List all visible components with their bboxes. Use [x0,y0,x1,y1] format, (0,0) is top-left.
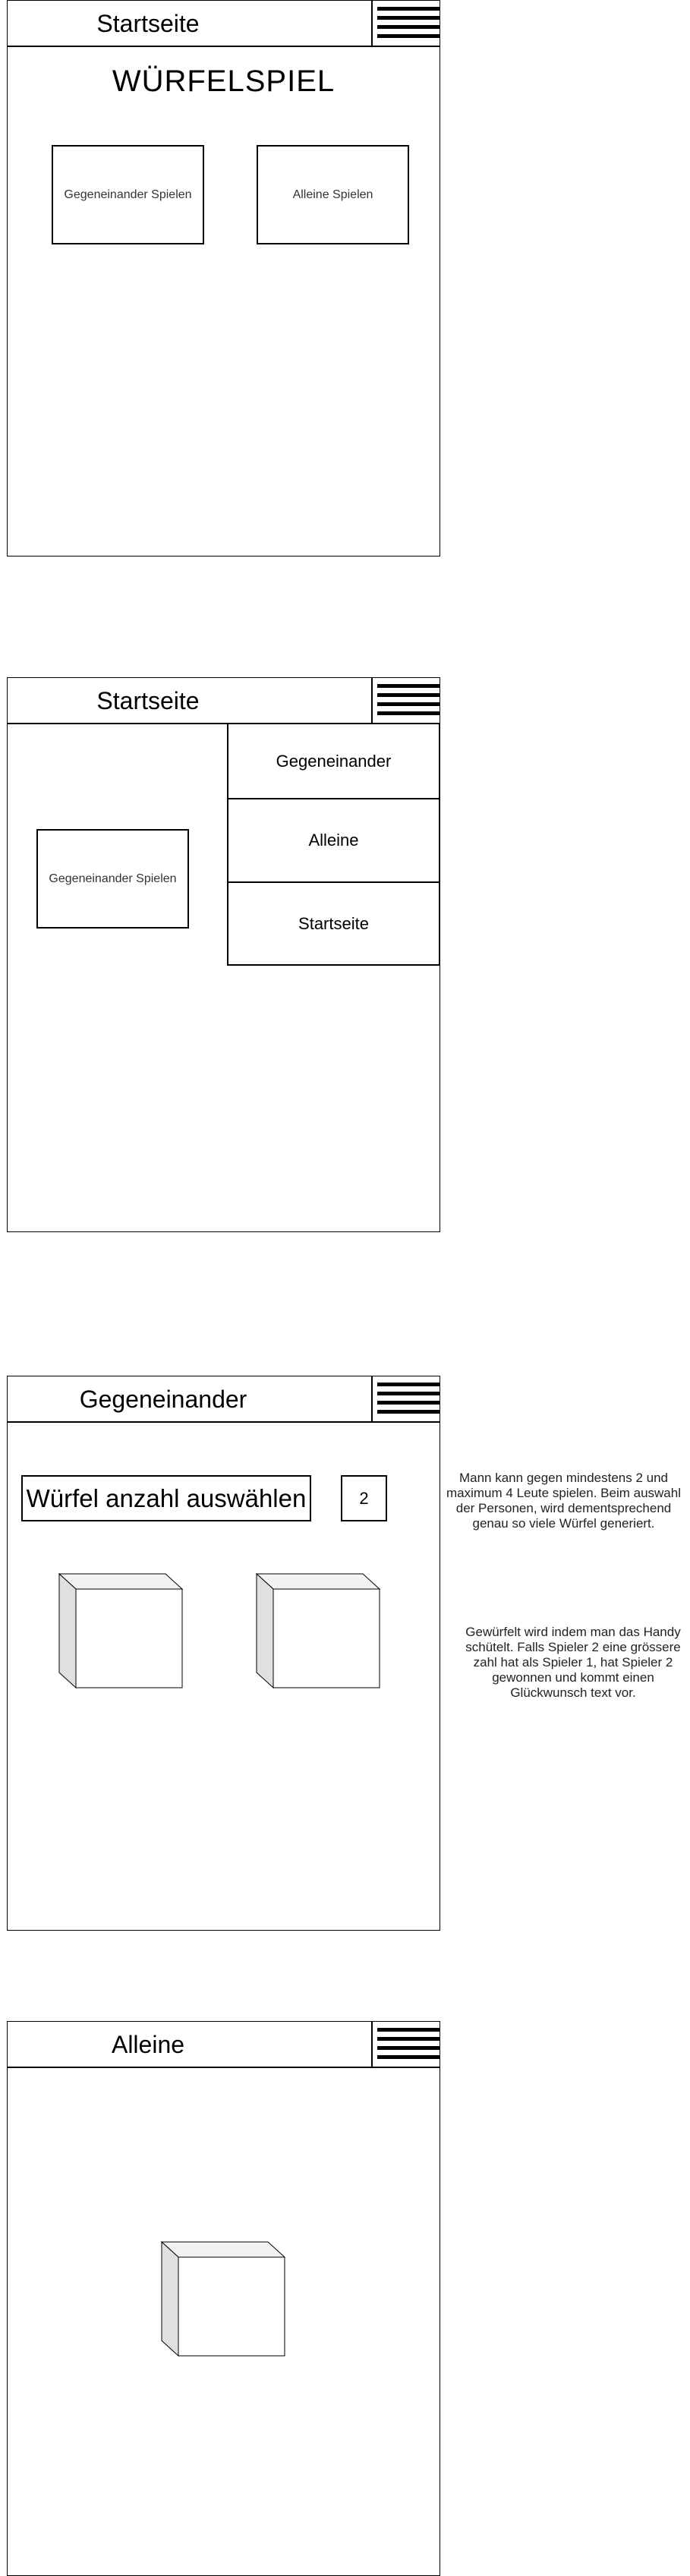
header-bar: Gegeneinander [8,1376,440,1423]
menu-item-gegeneinander[interactable]: Gegeneinander [227,723,440,799]
header-bar: Startseite [8,678,440,724]
hamburger-menu-button[interactable] [371,2022,440,2067]
menu-icon [377,2028,440,2032]
hamburger-menu-button[interactable] [371,1376,440,1421]
header-bar: Startseite [8,1,440,47]
screen-gegeneinander: Gegeneinander Würfel anzahl auswählen 2 [7,1376,440,1931]
hamburger-menu-button[interactable] [371,678,440,723]
header-title: Startseite [96,10,200,37]
screen-startseite: Startseite WÜRFELSPIEL Gegeneinander Spi… [7,0,440,557]
header-bar: Alleine [8,2022,440,2068]
dice-count-select[interactable]: Würfel anzahl auswählen [21,1475,311,1521]
menu-icon [377,684,440,688]
players-note: Mann kann gegen mindestens 2 und maximum… [446,1471,681,1531]
screen-alleine: Alleine [7,2021,440,2576]
menu-item-startseite[interactable]: Startseite [227,881,440,966]
page-title: WÜRFELSPIEL [112,65,336,98]
dice-2[interactable] [255,1572,381,1689]
dropdown-menu: Gegeneinander Alleine Startseite [227,723,440,1013]
versus-play-button[interactable]: Gegeneinander Spielen [36,829,189,929]
header-title: Gegeneinander [79,1386,247,1413]
dice-1[interactable] [58,1572,184,1689]
dice-count-value[interactable]: 2 [341,1475,387,1521]
menu-icon [377,7,440,11]
header-title: Alleine [111,2031,185,2058]
header-title: Startseite [96,687,200,714]
versus-play-button[interactable]: Gegeneinander Spielen [52,145,204,244]
hamburger-menu-button[interactable] [371,1,440,46]
dice-1[interactable] [160,2240,286,2357]
screen-startseite-menu-open: Startseite Gegeneinander Spielen Gegenei… [7,677,440,1232]
roll-note: Gewürfelt wird indem man das Handy schüt… [465,1625,681,1700]
menu-item-alleine[interactable]: Alleine [227,798,440,883]
menu-icon [377,1383,440,1386]
alone-play-button[interactable]: Alleine Spielen [257,145,409,244]
